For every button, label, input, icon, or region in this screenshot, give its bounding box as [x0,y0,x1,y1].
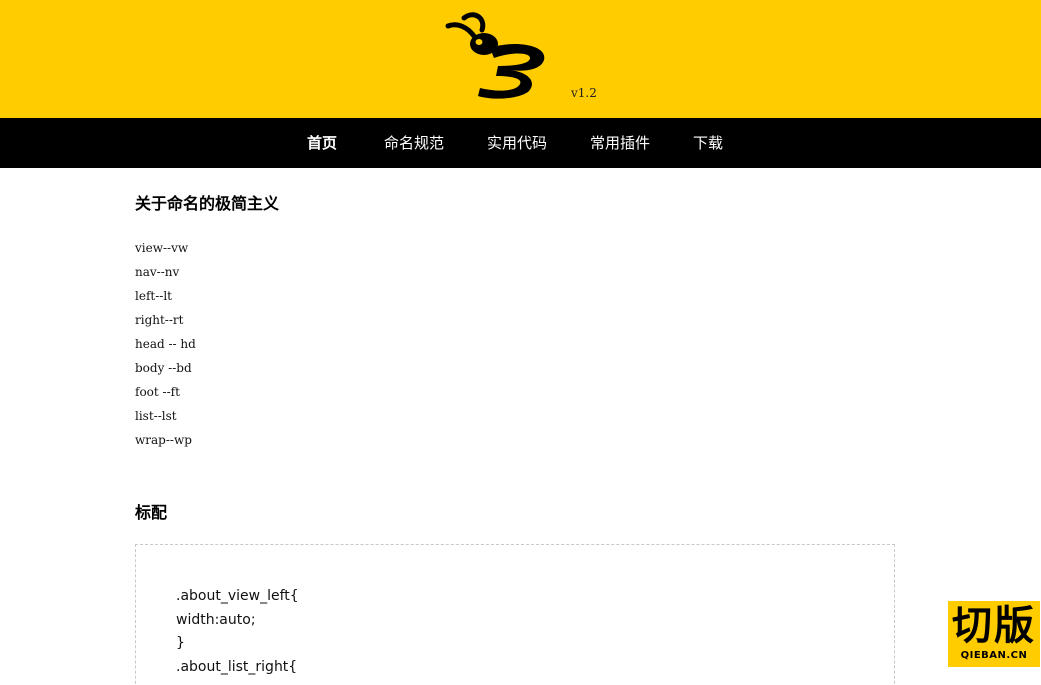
nav-item-naming-conventions[interactable]: 命名规范 [384,118,444,168]
list-item: wrap--wp [135,433,192,447]
nav-item-common-plugins[interactable]: 常用插件 [590,118,650,168]
list-item: head -- hd [135,337,196,351]
code-line: width:auto; [176,611,256,628]
badge-subtext: QIEBAN.CN [960,650,1028,661]
list-item: view--vw [135,241,189,255]
list-item: right--rt [135,313,184,327]
code-line: .about_view_left{ [176,588,299,604]
list-item: left--lt [135,289,172,303]
badge-text: 切版 [952,603,1036,649]
abbreviation-list: view--vw nav--nv left--lt right--rt head… [135,236,196,452]
code-block: .about_view_left{ width:auto; } .about_l… [135,544,895,685]
section-title-standard: 标配 [135,503,168,522]
nav-item-home[interactable]: 首页 [307,118,337,168]
list-item: body --bd [135,361,192,375]
main-nav: 首页 命名规范 实用代码 常用插件 下载 [0,118,1041,168]
code-line: .about_list_right{ [176,658,298,675]
nav-item-download[interactable]: 下载 [693,118,723,168]
bee-logo-icon[interactable] [440,8,552,104]
site-header: v1.2 [0,0,1041,118]
version-label: v1.2 [571,86,597,100]
nav-item-useful-code[interactable]: 实用代码 [487,118,547,168]
section-title-naming: 关于命名的极简主义 [135,194,280,213]
list-item: list--lst [135,409,177,423]
code-line: } [176,635,185,651]
list-item: foot --ft [135,385,180,399]
list-item: nav--nv [135,265,180,279]
code-lines: .about_view_left{ width:auto; } .about_l… [176,585,299,679]
qieban-badge[interactable]: 切版 QIEBAN.CN [948,601,1040,667]
